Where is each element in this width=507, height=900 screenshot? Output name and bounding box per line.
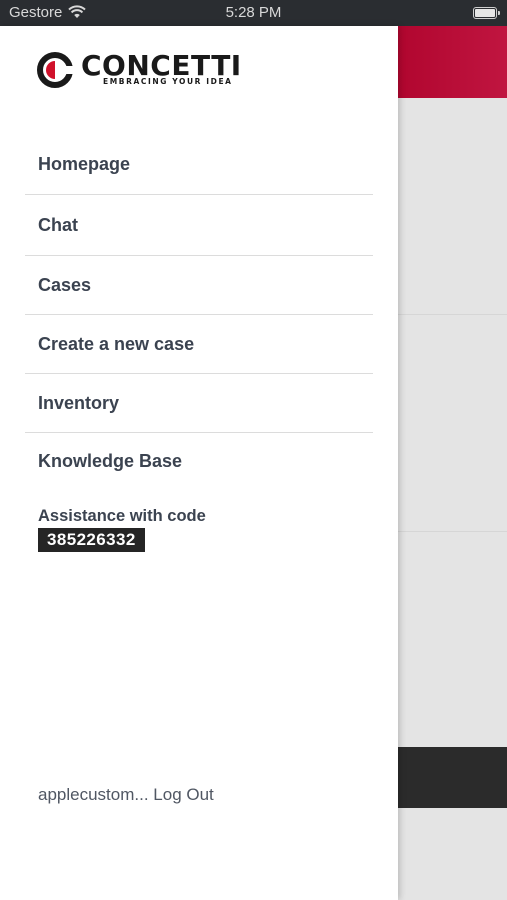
menu-item-chat[interactable]: Chat [25,195,373,256]
drawer-menu: Homepage Chat Cases Create a new case In… [25,135,373,489]
menu-item-homepage[interactable]: Homepage [25,135,373,195]
username-label: applecustom... [38,785,149,804]
background-divider [398,531,507,532]
background-divider [398,314,507,315]
background-app[interactable] [398,26,507,900]
navigation-drawer: CONCETTI EMBRACING YOUR IDEA Homepage Ch… [0,26,398,900]
assistance-code: 385226332 [38,528,145,552]
menu-item-create-case[interactable]: Create a new case [25,315,373,374]
logout-button[interactable]: Log Out [153,785,214,804]
concetti-logo: CONCETTI EMBRACING YOUR IDEA [37,49,257,90]
background-header [398,26,507,98]
menu-item-cases[interactable]: Cases [25,256,373,315]
menu-item-inventory[interactable]: Inventory [25,374,373,433]
assistance-label: Assistance with code [38,507,206,525]
background-dark-bar [398,747,507,808]
logo-tagline: EMBRACING YOUR IDEA [103,77,233,86]
battery-icon [473,7,500,19]
drawer-footer: applecustom... Log Out [38,785,214,805]
concetti-logo-icon [37,52,73,88]
menu-item-knowledge-base[interactable]: Knowledge Base [25,433,373,489]
assistance-section: Assistance with code 385226332 [38,507,206,552]
status-bar: Gestore 5:28 PM [0,0,507,26]
status-time: 5:28 PM [225,4,282,21]
